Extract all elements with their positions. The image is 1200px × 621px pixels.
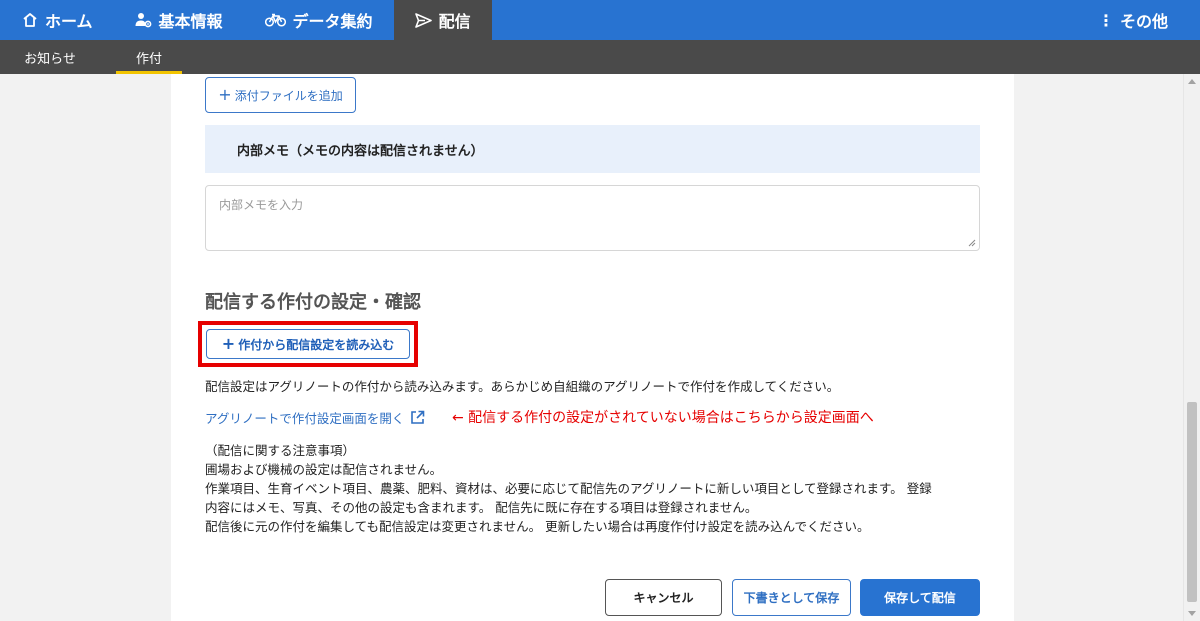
scroll-thumb[interactable] xyxy=(1187,402,1197,602)
section-title: 配信する作付の設定・確認 xyxy=(205,292,421,313)
open-cropping-settings-link[interactable]: アグリノートで作付設定画面を開く xyxy=(205,408,425,427)
nav-basic-info-label: 基本情報 xyxy=(158,12,223,31)
scroll-up-icon[interactable] xyxy=(1188,79,1196,84)
plus-icon: + xyxy=(221,334,236,353)
internal-memo-header: 内部メモ（メモの内容は配信されません） xyxy=(205,125,980,173)
load-settings-label: 作付から配信設定を読み込む xyxy=(238,337,395,352)
nav-basic-info[interactable]: 基本情報 xyxy=(114,0,244,40)
top-nav: ホーム 基本情報 データ集約 配信 ⋮ その他 xyxy=(0,0,1200,40)
home-icon xyxy=(21,11,39,29)
settings-description: 配信設定はアグリノートの作付から読み込みます。あらかじめ自組織のアグリノートで作… xyxy=(205,379,840,394)
subnav-item-notices[interactable]: お知らせ xyxy=(0,40,100,74)
add-attachment-label: 添付ファイルを追加 xyxy=(234,88,343,103)
plus-icon: + xyxy=(218,85,232,104)
notes-line: 圃場および機械の設定は配信されません。 xyxy=(205,462,443,477)
internal-memo-input[interactable] xyxy=(205,185,980,251)
nav-more[interactable]: ⋮ その他 xyxy=(1078,0,1200,40)
add-attachment-button[interactable]: + 添付ファイルを追加 xyxy=(205,77,356,113)
open-cropping-settings-label: アグリノートで作付設定画面を開く xyxy=(205,411,405,426)
notes-line: 作業項目、生育イベント項目、農薬、肥料、資材は、必要に応じて配信先のアグリノート… xyxy=(205,481,932,496)
send-icon xyxy=(415,11,433,29)
nav-more-label: その他 xyxy=(1119,12,1168,31)
save-draft-button[interactable]: 下書きとして保存 xyxy=(732,579,851,616)
delivery-notes: （配信に関する注意事項） 圃場および機械の設定は配信されません。 作業項目、生育… xyxy=(205,441,985,536)
resize-grip-icon[interactable] xyxy=(968,239,976,247)
nav-data-aggregation-label: データ集約 xyxy=(292,12,373,31)
sub-nav: お知らせ 作付 xyxy=(0,40,1200,74)
notes-line: （配信に関する注意事項） xyxy=(205,443,356,458)
bicycle-icon xyxy=(265,11,287,29)
nav-home[interactable]: ホーム xyxy=(0,0,114,40)
scroll-down-icon[interactable] xyxy=(1188,611,1196,616)
page-scrollbar[interactable] xyxy=(1183,74,1200,621)
notes-line: 内容にはメモ、写真、その他の設定も含まれます。 配信先に既に存在する項目は登録さ… xyxy=(205,500,758,515)
annotation-note: ← 配信する作付の設定がされていない場合はこちらから設定画面へ xyxy=(452,410,874,426)
notes-line: 配信後に元の作付を編集しても配信設定は変更されません。 更新したい場合は再度作付… xyxy=(205,519,870,534)
nav-home-label: ホーム xyxy=(45,12,93,31)
nav-delivery-label: 配信 xyxy=(438,12,471,31)
nav-delivery[interactable]: 配信 xyxy=(393,0,492,40)
save-and-send-button[interactable]: 保存して配信 xyxy=(860,579,980,616)
people-gear-icon xyxy=(135,11,153,29)
subnav-item-cropping[interactable]: 作付 xyxy=(116,40,182,74)
content-card: + 添付ファイルを追加 内部メモ（メモの内容は配信されません） 配信する作付の設… xyxy=(171,74,1014,621)
cancel-button[interactable]: キャンセル xyxy=(605,579,722,616)
more-vert-icon: ⋮ xyxy=(1097,10,1114,30)
load-settings-button[interactable]: + 作付から配信設定を読み込む xyxy=(206,329,410,359)
nav-data-aggregation[interactable]: データ集約 xyxy=(244,0,394,40)
external-link-icon xyxy=(410,410,425,425)
